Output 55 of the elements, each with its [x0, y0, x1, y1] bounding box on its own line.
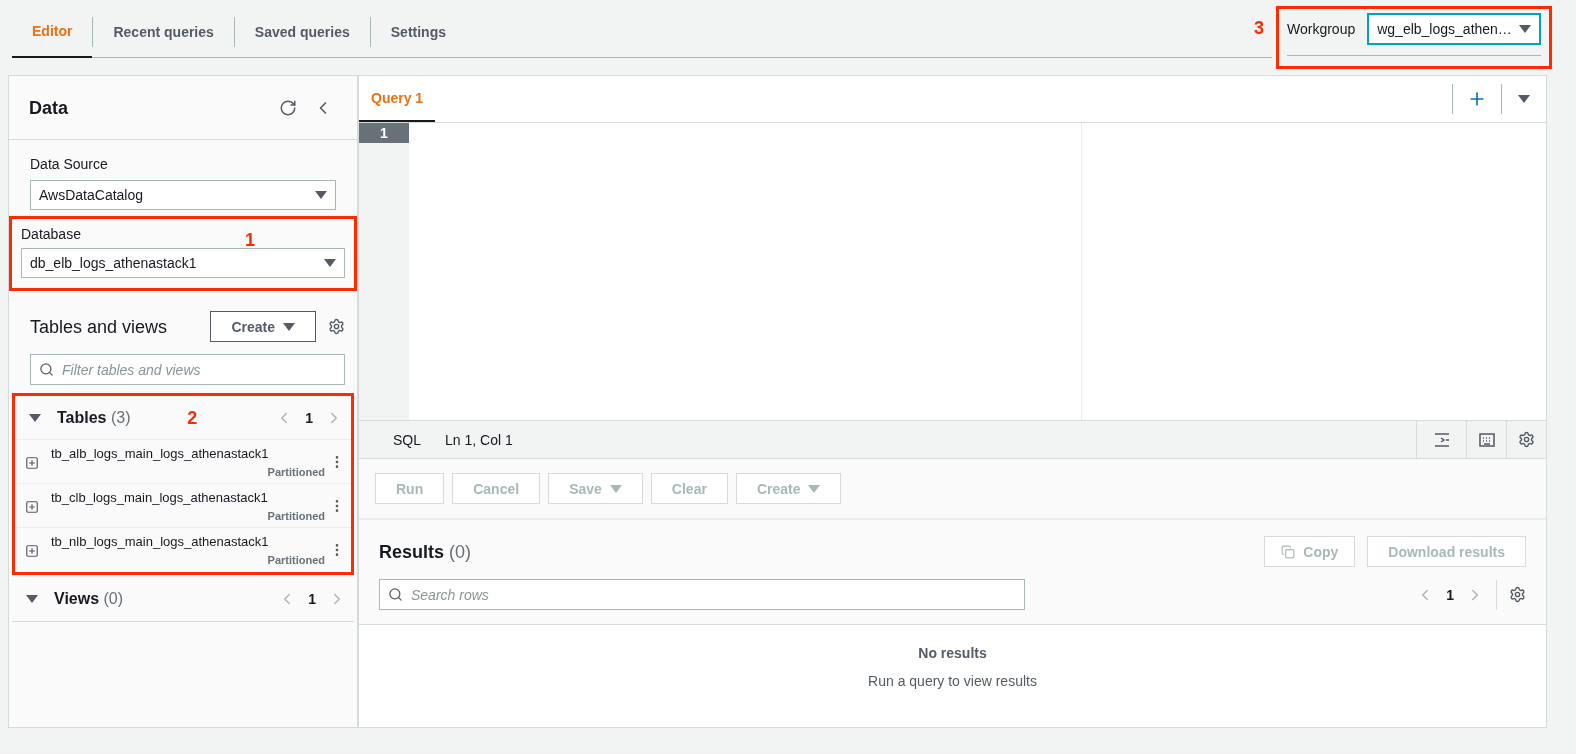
results-title: Results (0) — [379, 540, 472, 564]
search-icon — [388, 587, 403, 602]
caret-icon — [808, 484, 821, 493]
database-select[interactable]: db_elb_logs_athenastack1 — [21, 248, 345, 278]
annotation-number: 3 — [1254, 17, 1264, 40]
line-number: 1 — [359, 123, 409, 143]
filter-input[interactable]: Filter tables and views — [62, 359, 336, 380]
create-button[interactable]: Create — [210, 311, 316, 342]
caret-icon — [315, 191, 327, 199]
empty-title: No results — [918, 644, 987, 663]
tab[interactable]: Recent queries — [93, 5, 234, 58]
more-caret-icon — [1518, 95, 1530, 103]
tab[interactable]: Saved queries — [234, 5, 370, 58]
page-number: 1 — [1446, 585, 1454, 605]
page-number: 1 — [305, 408, 313, 428]
settings-icon[interactable] — [1518, 431, 1535, 448]
data-source-select[interactable]: AwsDataCatalog — [30, 180, 336, 210]
field-label: Database — [21, 225, 81, 244]
search-icon — [39, 362, 54, 377]
expand-icon[interactable] — [25, 544, 39, 558]
keyboard-icon[interactable] — [1478, 432, 1495, 447]
section-heading[interactable]: Views (0) — [54, 587, 124, 611]
caret-icon — [283, 322, 295, 331]
expand-icon[interactable] — [25, 500, 39, 514]
caret-icon — [324, 259, 336, 267]
caret-icon — [609, 484, 622, 493]
table-name[interactable]: tb_nlb_logs_main_logs_athenastack1 — [51, 532, 329, 552]
copy-icon — [1281, 544, 1296, 559]
filter-field[interactable]: Filter tables and views — [30, 354, 345, 385]
section-title: Tables and views — [30, 315, 168, 339]
format-icon[interactable] — [1433, 432, 1450, 447]
field-label: Data Source — [30, 155, 108, 174]
refresh-icon[interactable] — [279, 98, 297, 117]
workgroup-label: Workgroup — [1287, 20, 1356, 39]
search-rows-field[interactable]: Search rows — [379, 579, 1025, 610]
caret-icon — [1519, 25, 1531, 33]
partitioned-label: Partitioned — [267, 464, 326, 480]
partitioned-label: Partitioned — [267, 552, 326, 568]
panel-title: Data — [29, 96, 68, 120]
expand-icon[interactable] — [25, 456, 39, 470]
annotation-number: 2 — [187, 406, 198, 430]
code-editor[interactable]: 1 — [359, 123, 1546, 421]
settings-icon[interactable] — [1509, 586, 1526, 603]
partitioned-label: Partitioned — [267, 508, 326, 524]
table-name[interactable]: tb_alb_logs_main_logs_athenastack1 — [51, 444, 329, 464]
table-name[interactable]: tb_clb_logs_main_logs_athenastack1 — [51, 488, 329, 508]
page-number: 1 — [308, 590, 316, 609]
empty-message: Run a query to view results — [868, 672, 1037, 691]
settings-icon[interactable] — [328, 318, 345, 335]
tab[interactable]: Settings — [370, 5, 466, 58]
cursor-position: Ln 1, Col 1 — [445, 430, 513, 450]
workgroup-select[interactable]: wg_elb_logs_athen… — [1367, 13, 1541, 45]
section-heading[interactable]: Tables (3) — [57, 405, 131, 430]
language-label: SQL — [393, 430, 421, 450]
search-input[interactable]: Search rows — [411, 584, 1016, 605]
